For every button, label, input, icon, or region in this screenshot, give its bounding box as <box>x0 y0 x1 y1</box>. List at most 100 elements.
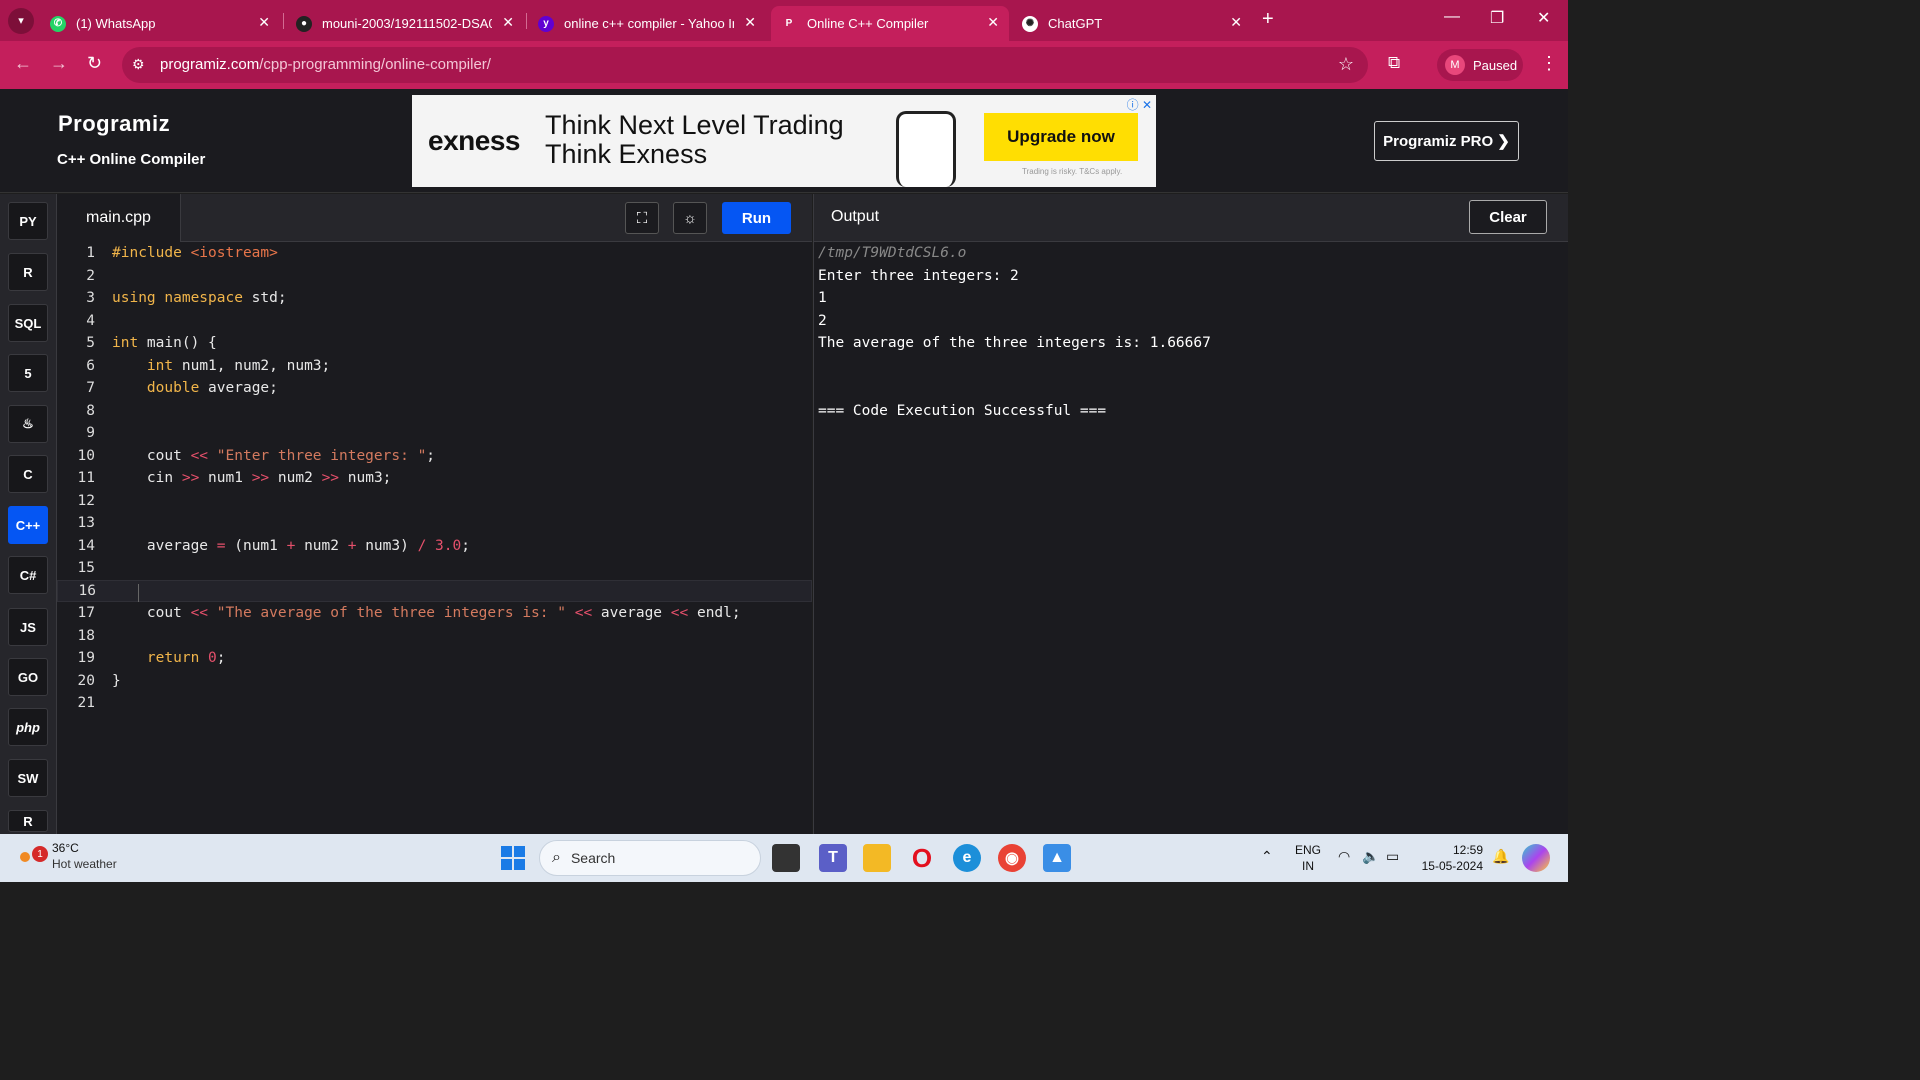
tab-title: Online C++ Compiler <box>807 16 929 31</box>
output-line: === Code Execution Successful === <box>818 403 1107 419</box>
run-button[interactable]: Run <box>722 202 791 234</box>
cpp-icon[interactable]: C++ <box>8 506 48 544</box>
clear-button[interactable]: Clear <box>1469 200 1547 234</box>
code-editor[interactable]: 1 #include <iostream> 2 3 using namespace … <box>57 242 812 834</box>
code-line-current: 16 <box>57 579 812 602</box>
programiz-pro-button[interactable]: Programiz PRO ❯ <box>1374 121 1519 161</box>
teams-icon[interactable]: T <box>819 844 847 872</box>
battery-icon[interactable]: ▭ <box>1386 848 1399 865</box>
clock[interactable]: 12:59 15-05-2024 <box>1419 842 1483 874</box>
code-line: 1 #include <iostream> <box>86 245 278 261</box>
browser-menu-icon[interactable]: ⋮ <box>1540 53 1558 74</box>
php-icon[interactable]: php <box>8 708 48 746</box>
code-line: 8 <box>86 402 95 419</box>
back-icon[interactable]: ← <box>14 53 32 74</box>
page-title: C++ Online Compiler <box>57 151 206 168</box>
code-line: 5 int main() { <box>86 335 217 351</box>
avatar: M <box>1445 55 1465 75</box>
whatsapp-icon: ✆ <box>50 15 66 32</box>
task-view-icon[interactable] <box>772 844 800 872</box>
tab-github[interactable]: ● mouni-2003/192111502-DSA0 ✕ <box>286 6 524 41</box>
site-settings-icon[interactable]: ⚙ <box>132 56 145 73</box>
language-sidebar: PY R SQL 5 ♨ C C++ C# JS GO php SW R <box>0 194 57 834</box>
code-line: 13 <box>77 515 95 531</box>
photos-icon[interactable]: ▲ <box>1043 844 1071 872</box>
programiz-logo[interactable]: Programiz <box>58 111 170 137</box>
output-line: Enter three integers: 2 <box>818 268 1019 284</box>
python-icon[interactable]: PY <box>8 202 48 240</box>
bookmark-star-icon[interactable]: ☆ <box>1338 54 1354 75</box>
output-toolbar: Output Clear <box>813 194 1568 242</box>
output-console[interactable]: /tmp/T9WDtdCSL6.o Enter three integers: … <box>813 242 1568 834</box>
tab-search-dropdown-icon[interactable]: ▾ <box>8 7 34 34</box>
phone-image <box>896 111 956 187</box>
html-icon[interactable]: 5 <box>8 354 48 392</box>
volume-icon[interactable]: 🔈 <box>1362 848 1379 865</box>
ad-close-icon[interactable]: ⓘ ✕ <box>1127 96 1152 113</box>
code-line: 7 double average; <box>86 380 278 396</box>
chrome-icon[interactable]: ◉ <box>998 844 1026 872</box>
close-tab-icon[interactable]: ✕ <box>258 14 270 31</box>
fullscreen-icon[interactable]: ⛶ <box>625 202 659 234</box>
java-icon[interactable]: ♨ <box>8 405 48 443</box>
code-line: 15 <box>77 560 95 576</box>
url-field[interactable]: ⚙ programiz.com/cpp-programming/online-c… <box>122 47 1368 83</box>
tab-title: mouni-2003/192111502-DSA0 <box>322 16 492 31</box>
notification-bell-icon[interactable]: 🔔 <box>1492 848 1509 865</box>
opera-icon[interactable]: O <box>908 843 936 873</box>
swift-icon[interactable]: SW <box>8 759 48 797</box>
theme-toggle-icon[interactable]: ☼ <box>673 202 707 234</box>
wifi-icon[interactable]: ◠ <box>1338 848 1350 865</box>
close-tab-icon[interactable]: ✕ <box>1230 14 1242 31</box>
restore-icon[interactable]: ❐ <box>1490 8 1504 28</box>
extensions-icon[interactable]: ⧉ <box>1388 53 1400 73</box>
ad-disclaimer: Trading is risky. T&Cs apply. <box>1022 167 1123 176</box>
tab-yahoo[interactable]: y online c++ compiler - Yahoo In ✕ <box>528 6 766 41</box>
new-tab-icon[interactable]: + <box>1262 8 1274 31</box>
reload-icon[interactable]: ↻ <box>87 53 102 74</box>
file-explorer-icon[interactable] <box>863 844 891 872</box>
copilot-icon[interactable] <box>1522 844 1550 872</box>
tab-title: online c++ compiler - Yahoo In <box>564 16 734 31</box>
close-window-icon[interactable]: ✕ <box>1537 8 1550 28</box>
ad-brand: exness <box>428 125 520 156</box>
code-line: 18 <box>77 627 95 644</box>
output-line: 2 <box>818 313 827 329</box>
taskbar-search-input[interactable]: ⌕ Search <box>539 840 761 876</box>
weather-widget[interactable]: 1 36°C Hot weather <box>18 840 117 872</box>
r-icon[interactable]: R <box>8 253 48 291</box>
code-line: 4 <box>86 312 95 329</box>
code-line: 6 int num1, num2, num3; <box>86 357 331 374</box>
forward-icon[interactable]: → <box>50 53 68 74</box>
code-line: 14 average = (num1 + num2 + num3) / 3.0; <box>77 537 470 554</box>
code-line: 2 <box>86 267 95 284</box>
tab-chatgpt[interactable]: ✺ ChatGPT ✕ <box>1012 6 1252 41</box>
close-tab-icon[interactable]: ✕ <box>502 14 514 31</box>
javascript-icon[interactable]: JS <box>8 608 48 646</box>
sql-icon[interactable]: SQL <box>8 304 48 342</box>
text-caret <box>138 583 139 602</box>
show-hidden-icons-icon[interactable]: ⌃ <box>1261 848 1273 865</box>
ad-upgrade-button[interactable]: Upgrade now <box>984 113 1138 161</box>
csharp-icon[interactable]: C# <box>8 556 48 594</box>
tab-programiz[interactable]: P Online C++ Compiler ✕ <box>771 6 1009 41</box>
minimize-icon[interactable]: — <box>1444 8 1460 26</box>
chatgpt-icon: ✺ <box>1022 15 1038 32</box>
close-tab-icon[interactable]: ✕ <box>744 14 756 31</box>
edge-icon[interactable]: e <box>953 844 981 872</box>
go-icon[interactable]: GO <box>8 658 48 696</box>
language-indicator[interactable]: ENG IN <box>1295 842 1321 874</box>
search-placeholder: Search <box>570 850 616 866</box>
advertisement-banner[interactable]: exness Think Next Level Trading Think Ex… <box>412 95 1156 187</box>
close-tab-icon[interactable]: ✕ <box>987 14 999 31</box>
file-tab-main-cpp[interactable]: main.cpp <box>57 194 181 242</box>
github-icon: ● <box>296 15 312 32</box>
code-line: 9 <box>86 425 95 441</box>
c-icon[interactable]: C <box>8 455 48 493</box>
tab-whatsapp[interactable]: ✆ (1) WhatsApp ✕ <box>40 6 280 41</box>
profile-button[interactable]: M Paused <box>1437 49 1523 81</box>
ad-headline: Think Next Level Trading Think Exness <box>545 110 844 169</box>
code-line: 20} <box>77 672 121 689</box>
windows-start-icon[interactable] <box>499 844 527 872</box>
rust-icon[interactable]: R <box>8 810 48 832</box>
